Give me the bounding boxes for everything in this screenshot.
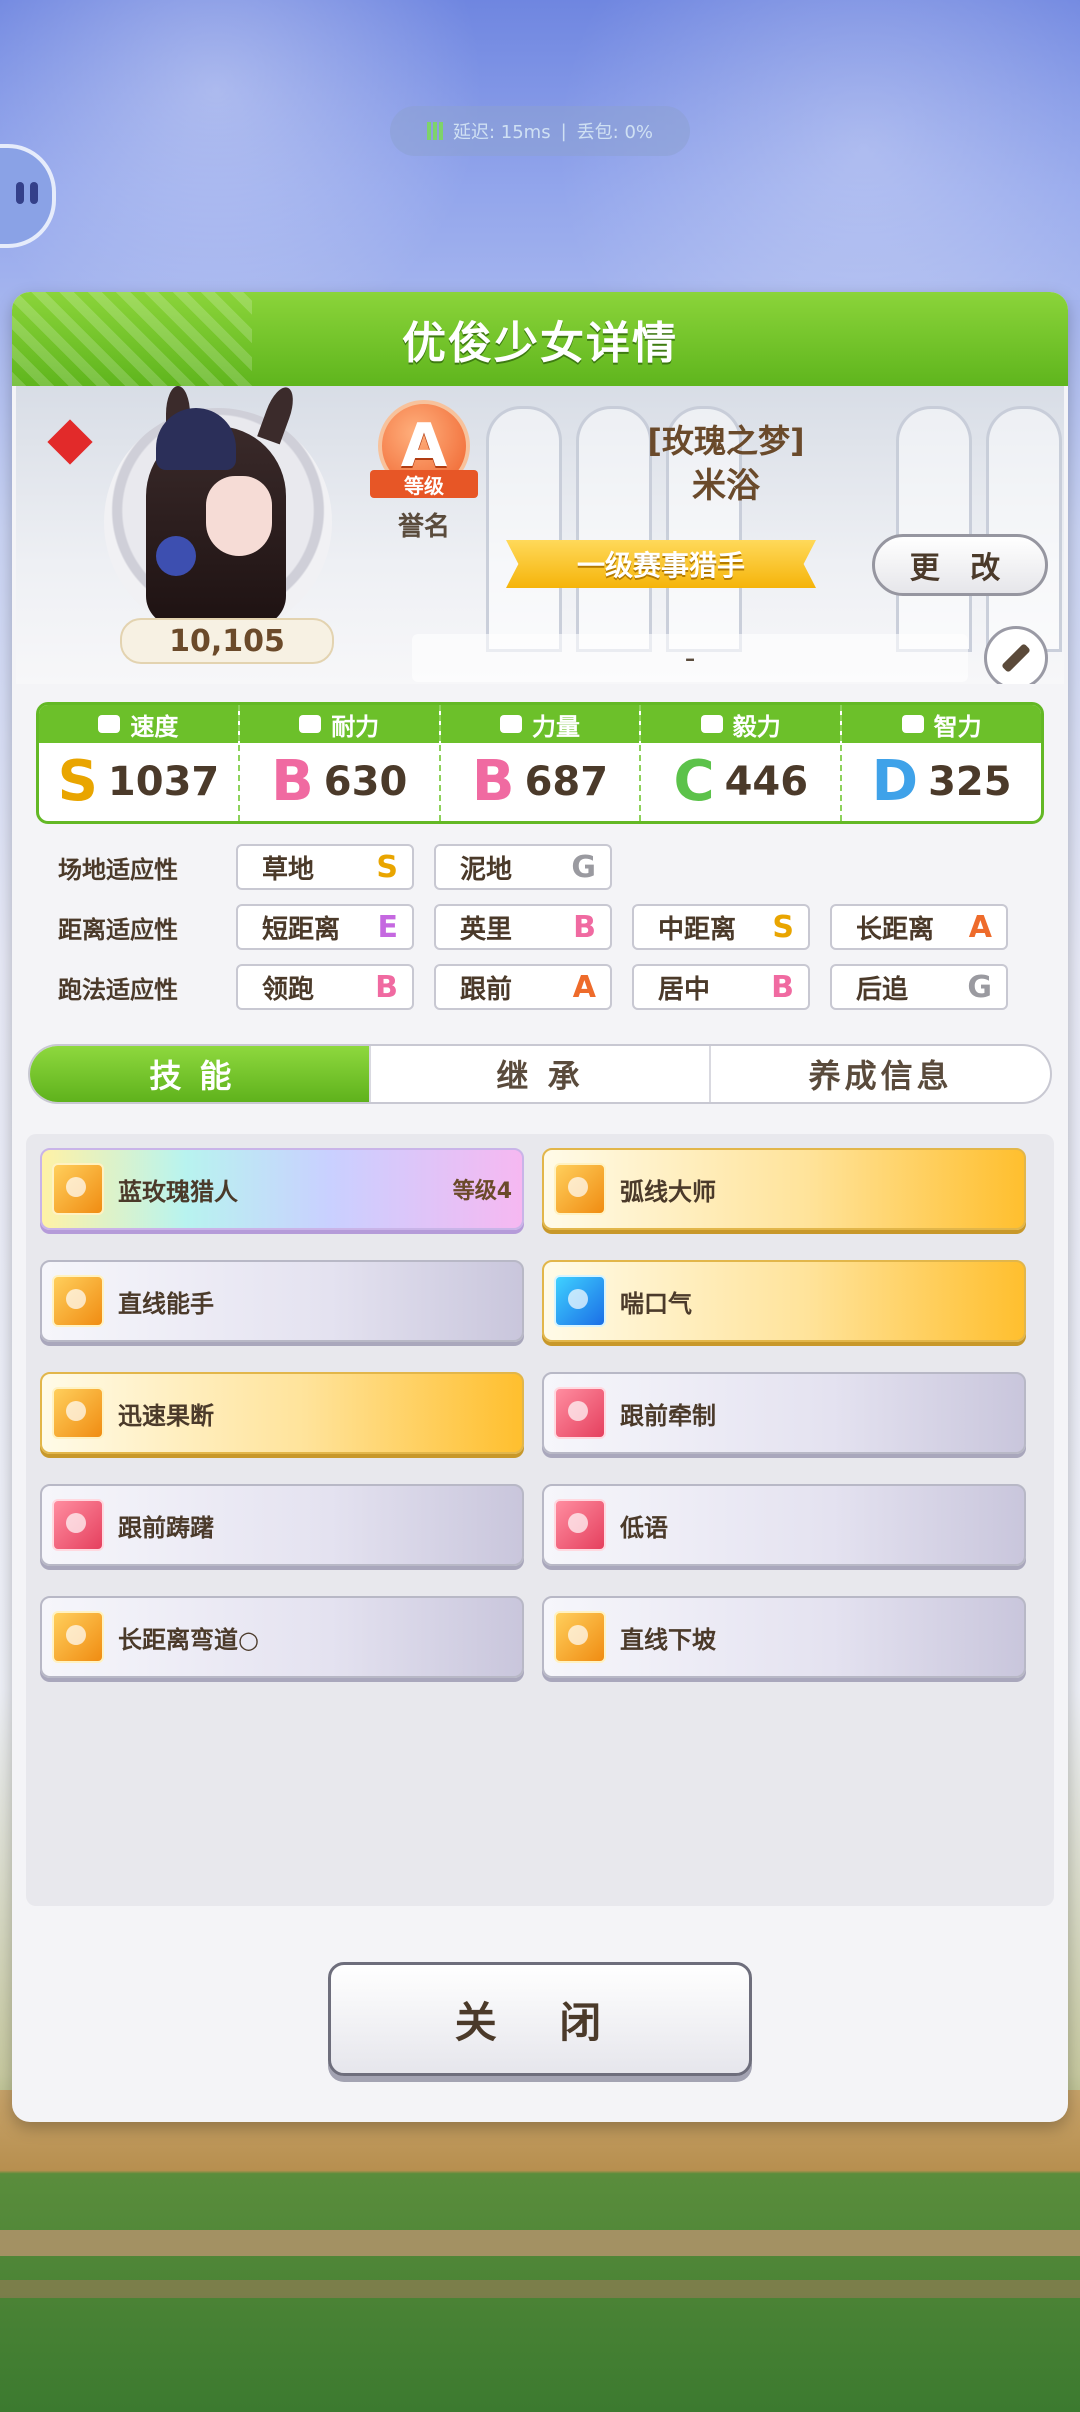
skill-item[interactable]: 跟前踌躇 [40, 1484, 524, 1566]
aptitude-label: 场地适应性 [58, 855, 178, 884]
aptitude-surface-row: 场地适应性 [58, 844, 238, 890]
skill-icon [554, 1499, 606, 1551]
signal-icon [426, 122, 443, 140]
pencil-icon [1001, 643, 1031, 673]
aptitude-item: 长距离 A [830, 904, 1008, 950]
packet-loss-text: 丢包: 0% [576, 122, 654, 143]
stat-value: 446 [724, 759, 809, 805]
skill-level: 等级4 [452, 1179, 512, 1204]
stat-wisdom: 智力 D 325 [842, 705, 1041, 821]
stat-grade: B [471, 749, 515, 814]
stat-guts: 毅力 C 446 [641, 705, 843, 821]
stat-stamina: 耐力 B 630 [239, 705, 441, 821]
flame-icon [700, 715, 723, 733]
aptitude-item: 泥地 G [434, 844, 612, 890]
rank-subtitle: 誉名 [397, 512, 450, 542]
aptitude-style-row: 跑法适应性 [58, 964, 238, 1010]
aptitude-item: 后追 G [830, 964, 1008, 1010]
heart-icon [299, 715, 322, 733]
umamusume-detail-panel: 优俊少女详情 10,105 A 等级 誉名 [玫瑰之梦] 米浴 一级赛事猎手 更… [12, 292, 1068, 2122]
aptitude-item: 短距离 E [236, 904, 414, 950]
stats-bar: 速度 S 1037 耐力 B 630 力量 B 687 毅力 C 446 智力 D 325 [36, 702, 1044, 824]
aptitude-item: 跟前 A [434, 964, 612, 1010]
character-epithet: [玫瑰之梦] [647, 422, 805, 460]
aptitude-item: 居中 B [632, 964, 810, 1010]
latency-text: 延迟: 15ms [452, 122, 551, 143]
skill-list: 蓝玫瑰猎人 等级4 弧线大师 直线能手 喘口气 迅速果断 跟前牵制 跟前踌躇 低语… [26, 1134, 1054, 1906]
skill-item[interactable]: 迅速果断 [40, 1372, 524, 1454]
rank-badge: A 等级 [370, 400, 478, 510]
stat-value: 325 [928, 759, 1012, 805]
aptitude-label: 跑法适应性 [58, 975, 178, 1004]
skill-icon [554, 1275, 606, 1327]
stat-speed: 速度 S 1037 [39, 705, 240, 821]
fan-count: 10,105 [120, 618, 334, 664]
stat-grade: B [271, 749, 314, 814]
skill-icon [52, 1499, 104, 1551]
fence-rail-lower [0, 2280, 1080, 2298]
tab-inheritance[interactable]: 继 承 [371, 1046, 712, 1102]
arm-icon [499, 715, 522, 733]
edit-comment-button[interactable] [984, 626, 1048, 684]
skill-icon [554, 1387, 606, 1439]
stat-grade: S [57, 749, 98, 814]
skill-item[interactable]: 喘口气 [542, 1260, 1026, 1342]
stat-grade: D [871, 749, 919, 814]
panel-title: 优俊少女详情 [402, 318, 678, 369]
stat-value: 630 [323, 759, 408, 805]
stat-value: 1037 [107, 759, 220, 805]
skill-icon [52, 1387, 104, 1439]
aptitude-label: 距离适应性 [58, 915, 178, 944]
aptitude-item: 领跑 B [236, 964, 414, 1010]
network-status: 延迟: 15ms | 丢包: 0% [390, 106, 690, 156]
rose-icon [156, 536, 196, 576]
pause-icon [16, 182, 24, 204]
detail-tabs: 技能 继 承 养成信息 [28, 1044, 1052, 1104]
fence-rail [0, 2230, 1080, 2256]
skill-item[interactable]: 直线能手 [40, 1260, 524, 1342]
panel-header: 优俊少女详情 [12, 292, 1068, 386]
tab-skills[interactable]: 技能 [30, 1046, 371, 1102]
comment-box: - [412, 634, 968, 682]
aptitude-item: 草地 S [236, 844, 414, 890]
skill-item[interactable]: 低语 [542, 1484, 1026, 1566]
skill-icon [52, 1163, 104, 1215]
title-ribbon: 一级赛事猎手 [506, 540, 816, 588]
skill-item[interactable]: 蓝玫瑰猎人 等级4 [40, 1148, 524, 1230]
aptitude-item: 中距离 S [632, 904, 810, 950]
profile-section: 10,105 A 等级 誉名 [玫瑰之梦] 米浴 一级赛事猎手 更 改 - [16, 386, 1064, 684]
tab-training-info[interactable]: 养成信息 [711, 1046, 1050, 1102]
stat-grade: C [673, 749, 715, 814]
aptitude-item: 英里 B [434, 904, 612, 950]
rank-ribbon: 等级 [370, 470, 478, 498]
skill-icon [554, 1611, 606, 1663]
close-button[interactable]: 关 闭 [328, 1962, 752, 2076]
character-name: 米浴 [692, 466, 760, 506]
stat-power: 力量 B 687 [440, 705, 642, 821]
skill-item[interactable]: 长距离弯道○ [40, 1596, 524, 1678]
shoe-icon [98, 715, 121, 733]
skill-icon [52, 1275, 104, 1327]
change-title-button[interactable]: 更 改 [872, 534, 1048, 596]
stat-value: 687 [524, 759, 609, 805]
skill-icon [52, 1611, 104, 1663]
skill-icon [554, 1163, 606, 1215]
aptitude-distance-row: 距离适应性 [58, 904, 238, 950]
skill-item[interactable]: 直线下坡 [542, 1596, 1026, 1678]
skill-item[interactable]: 弧线大师 [542, 1148, 1026, 1230]
diamond-icon [47, 419, 93, 465]
graduation-cap-icon [901, 715, 924, 733]
skill-item[interactable]: 跟前牵制 [542, 1372, 1026, 1454]
